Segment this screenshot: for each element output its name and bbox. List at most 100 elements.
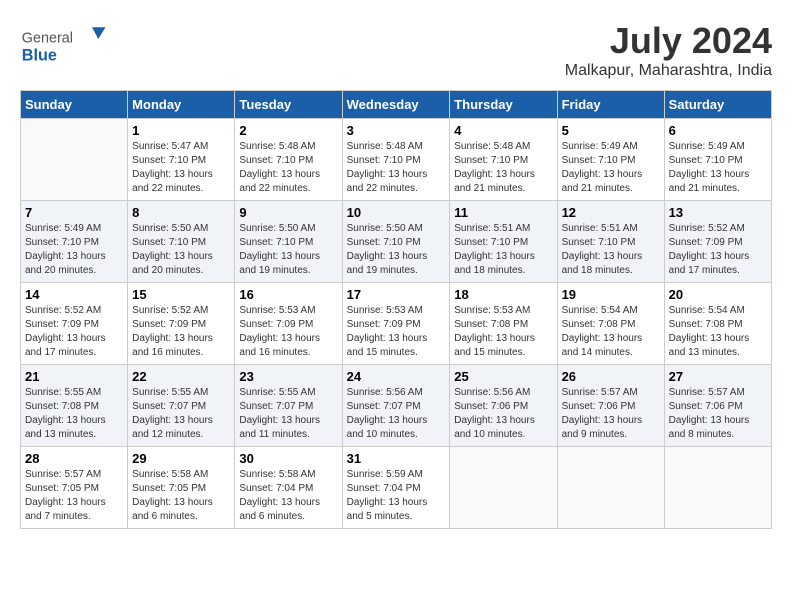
- calendar-header: Sunday Monday Tuesday Wednesday Thursday…: [21, 91, 772, 119]
- cell-date: 29: [132, 451, 230, 466]
- cell-date: 31: [347, 451, 446, 466]
- cell-date: 20: [669, 287, 767, 302]
- cell-info: Sunrise: 5:51 AMSunset: 7:10 PMDaylight:…: [454, 222, 552, 278]
- cell-date: 5: [562, 123, 660, 138]
- cell-date: 13: [669, 205, 767, 220]
- calendar-cell: 1 Sunrise: 5:47 AMSunset: 7:10 PMDaylight…: [128, 119, 235, 201]
- calendar-cell: 27Sunrise: 5:57 AMSunset: 7:06 PMDayligh…: [664, 365, 771, 447]
- day-header-row: Sunday Monday Tuesday Wednesday Thursday…: [21, 91, 772, 119]
- col-sunday: Sunday: [21, 91, 128, 119]
- calendar-cell: [450, 447, 557, 529]
- cell-date: 11: [454, 205, 552, 220]
- calendar-cell: 26Sunrise: 5:57 AMSunset: 7:06 PMDayligh…: [557, 365, 664, 447]
- cell-info: Sunrise: 5:52 AMSunset: 7:09 PMDaylight:…: [132, 304, 230, 360]
- calendar-cell: 4Sunrise: 5:48 AMSunset: 7:10 PMDaylight…: [450, 119, 557, 201]
- calendar-cell: 9Sunrise: 5:50 AMSunset: 7:10 PMDaylight…: [235, 201, 342, 283]
- cell-info: Sunrise: 5:48 AMSunset: 7:10 PMDaylight:…: [347, 140, 446, 196]
- calendar-cell: 31 Sunrise: 5:59 AMSunset: 7:04 PMDayligh…: [342, 447, 450, 529]
- cell-date: 12: [562, 205, 660, 220]
- cell-info: Sunrise: 5:47 AMSunset: 7:10 PMDaylight:…: [132, 140, 230, 196]
- cell-info: Sunrise: 5:58 AMSunset: 7:04 PMDaylight:…: [239, 468, 337, 524]
- location: Malkapur, Maharashtra, India: [565, 62, 772, 80]
- calendar-cell: 5 Sunrise: 5:49 AMSunset: 7:10 PMDaylight…: [557, 119, 664, 201]
- title-area: July 2024 Malkapur, Maharashtra, India: [565, 20, 772, 80]
- cell-date: 16: [239, 287, 337, 302]
- calendar-week-row: 14 Sunrise: 5:52 AMSunset: 7:09 PMDayligh…: [21, 283, 772, 365]
- calendar-cell: 17Sunrise: 5:53 AMSunset: 7:09 PMDayligh…: [342, 283, 450, 365]
- calendar-cell: 6Sunrise: 5:49 AMSunset: 7:10 PMDaylight…: [664, 119, 771, 201]
- calendar-cell: 22Sunrise: 5:55 AMSunset: 7:07 PMDayligh…: [128, 365, 235, 447]
- calendar-cell: 19Sunrise: 5:54 AMSunset: 7:08 PMDayligh…: [557, 283, 664, 365]
- cell-info: Sunrise: 5:49 AMSunset: 7:10 PMDaylight:…: [562, 140, 660, 196]
- calendar-cell: 8 Sunrise: 5:50 AMSunset: 7:10 PMDaylight…: [128, 201, 235, 283]
- cell-info: Sunrise: 5:54 AMSunset: 7:08 PMDaylight:…: [669, 304, 767, 360]
- cell-date: 27: [669, 369, 767, 384]
- calendar-week-row: 1 Sunrise: 5:47 AMSunset: 7:10 PMDaylight…: [21, 119, 772, 201]
- cell-date: 7: [25, 205, 123, 220]
- calendar-cell: 28 Sunrise: 5:57 AMSunset: 7:05 PMDayligh…: [21, 447, 128, 529]
- col-monday: Monday: [128, 91, 235, 119]
- cell-date: 8: [132, 205, 230, 220]
- cell-info: Sunrise: 5:55 AMSunset: 7:08 PMDaylight:…: [25, 386, 123, 442]
- cell-info: Sunrise: 5:48 AMSunset: 7:10 PMDaylight:…: [239, 140, 337, 196]
- cell-info: Sunrise: 5:57 AMSunset: 7:05 PMDaylight:…: [25, 468, 123, 524]
- cell-info: Sunrise: 5:58 AMSunset: 7:05 PMDaylight:…: [132, 468, 230, 524]
- calendar-cell: 13 Sunrise: 5:52 AMSunset: 7:09 PMDayligh…: [664, 201, 771, 283]
- calendar-cell: 30 Sunrise: 5:58 AMSunset: 7:04 PMDayligh…: [235, 447, 342, 529]
- calendar-cell: 21 Sunrise: 5:55 AMSunset: 7:08 PMDayligh…: [21, 365, 128, 447]
- cell-date: 15: [132, 287, 230, 302]
- header: General Blue July 2024 Malkapur, Maharas…: [20, 20, 772, 80]
- calendar-cell: [557, 447, 664, 529]
- cell-date: 25: [454, 369, 552, 384]
- cell-info: Sunrise: 5:50 AMSunset: 7:10 PMDaylight:…: [132, 222, 230, 278]
- cell-date: 10: [347, 205, 446, 220]
- cell-info: Sunrise: 5:53 AMSunset: 7:08 PMDaylight:…: [454, 304, 552, 360]
- cell-date: 18: [454, 287, 552, 302]
- calendar-cell: 24Sunrise: 5:56 AMSunset: 7:07 PMDayligh…: [342, 365, 450, 447]
- col-tuesday: Tuesday: [235, 91, 342, 119]
- cell-info: Sunrise: 5:54 AMSunset: 7:08 PMDaylight:…: [562, 304, 660, 360]
- cell-info: Sunrise: 5:59 AMSunset: 7:04 PMDaylight:…: [347, 468, 446, 524]
- calendar-cell: 16 Sunrise: 5:53 AMSunset: 7:09 PMDayligh…: [235, 283, 342, 365]
- month-year: July 2024: [565, 20, 772, 62]
- cell-info: Sunrise: 5:56 AMSunset: 7:07 PMDaylight:…: [347, 386, 446, 442]
- cell-info: Sunrise: 5:55 AMSunset: 7:07 PMDaylight:…: [132, 386, 230, 442]
- cell-info: Sunrise: 5:51 AMSunset: 7:10 PMDaylight:…: [562, 222, 660, 278]
- cell-info: Sunrise: 5:55 AMSunset: 7:07 PMDaylight:…: [239, 386, 337, 442]
- cell-date: 23: [239, 369, 337, 384]
- col-thursday: Thursday: [450, 91, 557, 119]
- calendar-week-row: 21 Sunrise: 5:55 AMSunset: 7:08 PMDayligh…: [21, 365, 772, 447]
- calendar-cell: 25Sunrise: 5:56 AMSunset: 7:06 PMDayligh…: [450, 365, 557, 447]
- calendar-cell: 2Sunrise: 5:48 AMSunset: 7:10 PMDaylight…: [235, 119, 342, 201]
- col-saturday: Saturday: [664, 91, 771, 119]
- calendar-cell: 12 Sunrise: 5:51 AMSunset: 7:10 PMDayligh…: [557, 201, 664, 283]
- cell-info: Sunrise: 5:49 AMSunset: 7:10 PMDaylight:…: [25, 222, 123, 278]
- logo: General Blue: [20, 20, 110, 75]
- svg-text:General: General: [22, 31, 73, 47]
- calendar: Sunday Monday Tuesday Wednesday Thursday…: [20, 90, 772, 529]
- cell-info: Sunrise: 5:53 AMSunset: 7:09 PMDaylight:…: [239, 304, 337, 360]
- calendar-week-row: 28 Sunrise: 5:57 AMSunset: 7:05 PMDayligh…: [21, 447, 772, 529]
- cell-info: Sunrise: 5:52 AMSunset: 7:09 PMDaylight:…: [669, 222, 767, 278]
- cell-date: 30: [239, 451, 337, 466]
- calendar-cell: [21, 119, 128, 201]
- calendar-cell: 14Sunrise: 5:52 AMSunset: 7:09 PMDayligh…: [21, 283, 128, 365]
- calendar-cell: 11 Sunrise: 5:51 AMSunset: 7:10 PMDayligh…: [450, 201, 557, 283]
- svg-text:Blue: Blue: [22, 47, 57, 65]
- cell-date: 17: [347, 287, 446, 302]
- calendar-cell: 10 Sunrise: 5:50 AMSunset: 7:10 PMDayligh…: [342, 201, 450, 283]
- calendar-cell: 7 Sunrise: 5:49 AMSunset: 7:10 PMDaylight…: [21, 201, 128, 283]
- calendar-cell: 18 Sunrise: 5:53 AMSunset: 7:08 PMDayligh…: [450, 283, 557, 365]
- calendar-cell: 3Sunrise: 5:48 AMSunset: 7:10 PMDaylight…: [342, 119, 450, 201]
- cell-date: 28: [25, 451, 123, 466]
- cell-date: 21: [25, 369, 123, 384]
- cell-date: 14: [25, 287, 123, 302]
- cell-date: 26: [562, 369, 660, 384]
- cell-info: Sunrise: 5:50 AMSunset: 7:10 PMDaylight:…: [347, 222, 446, 278]
- calendar-body: 1 Sunrise: 5:47 AMSunset: 7:10 PMDaylight…: [21, 119, 772, 529]
- calendar-cell: [664, 447, 771, 529]
- calendar-cell: 23 Sunrise: 5:55 AMSunset: 7:07 PMDayligh…: [235, 365, 342, 447]
- cell-info: Sunrise: 5:49 AMSunset: 7:10 PMDaylight:…: [669, 140, 767, 196]
- col-wednesday: Wednesday: [342, 91, 450, 119]
- cell-date: 1: [132, 123, 230, 138]
